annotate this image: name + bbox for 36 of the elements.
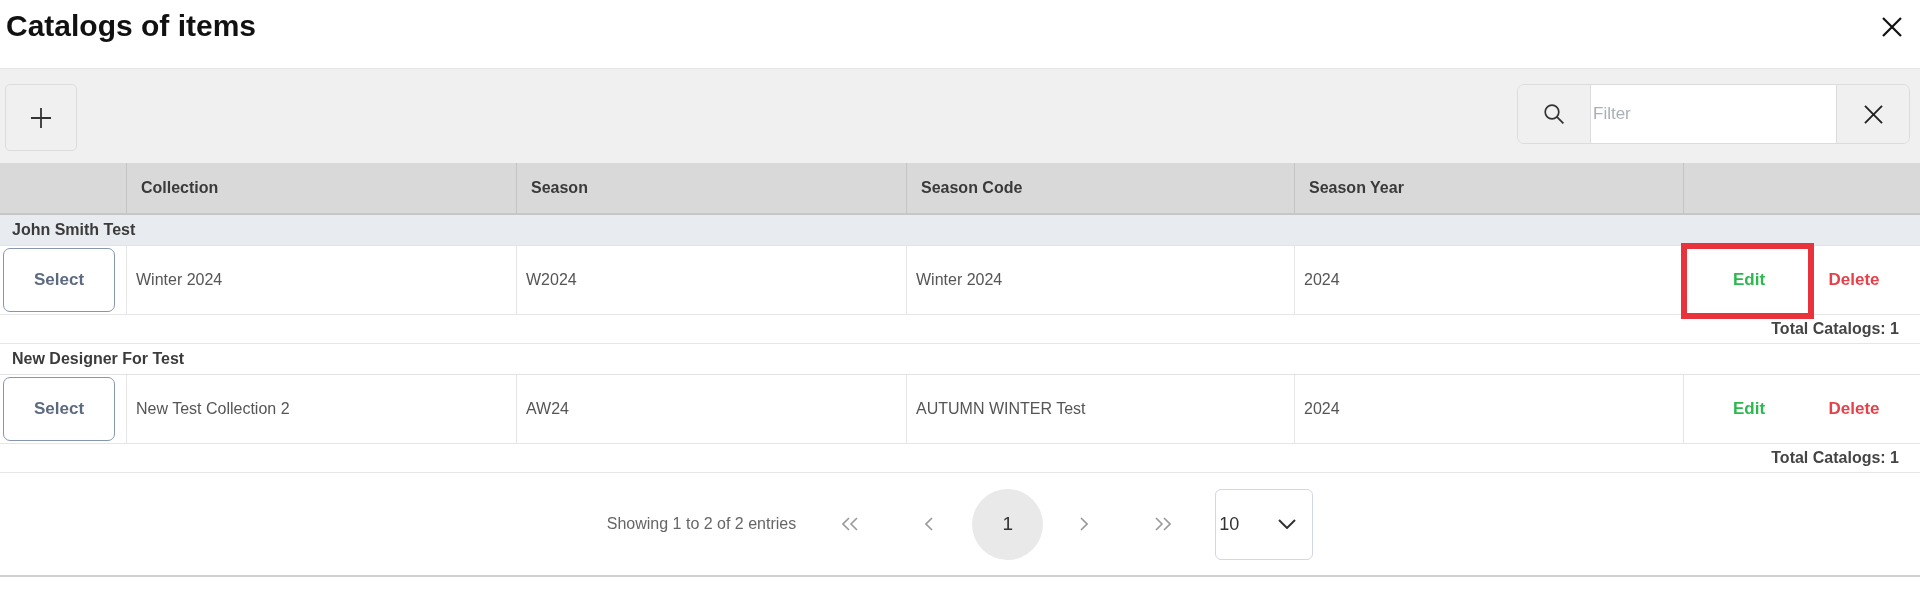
group-header: New Designer For Test xyxy=(0,344,1920,375)
select-button[interactable]: Select xyxy=(3,377,115,441)
column-header: Collection xyxy=(127,163,517,213)
table-cell: AUTUMN WINTER Test xyxy=(907,375,1295,443)
table-cell: 2024 xyxy=(1295,246,1684,314)
close-button[interactable] xyxy=(1882,17,1902,37)
column-header: Season Code xyxy=(907,163,1295,213)
column-header: Season Year xyxy=(1295,163,1684,213)
double-chevron-right-icon xyxy=(1155,517,1172,531)
total-count: Total Catalogs: 1 xyxy=(1771,449,1899,467)
delete-button[interactable]: Delete xyxy=(1804,387,1904,431)
chevron-down-icon xyxy=(1278,519,1297,529)
chevron-right-icon xyxy=(1080,517,1089,531)
group-header: John Smith Test xyxy=(0,215,1920,246)
table-cell: AW24 xyxy=(517,375,907,443)
page-button[interactable]: 1 xyxy=(972,488,1044,560)
add-button[interactable] xyxy=(5,84,77,151)
search-icon xyxy=(1544,104,1564,124)
table-cell: Winter 2024 xyxy=(127,246,517,314)
delete-button[interactable]: Delete xyxy=(1804,258,1904,302)
plus-icon xyxy=(31,107,51,128)
column-header: Season xyxy=(517,163,907,213)
filter-input[interactable]: Filter xyxy=(1590,85,1837,143)
entries-summary: Showing 1 to 2 of 2 entries xyxy=(606,515,797,533)
select-button[interactable]: Select xyxy=(3,248,115,312)
table-cell: W2024 xyxy=(517,246,907,314)
double-chevron-left-icon xyxy=(842,517,859,531)
table-cell: Winter 2024 xyxy=(907,246,1295,314)
total-count: Total Catalogs: 1 xyxy=(1771,320,1899,338)
table-cell: 2024 xyxy=(1295,375,1684,443)
close-icon xyxy=(1863,104,1883,124)
table-cell: New Test Collection 2 xyxy=(127,375,517,443)
page-size-select[interactable]: 10 xyxy=(1215,488,1314,560)
chevron-left-icon xyxy=(925,517,934,531)
dialog-title: Catalogs of items xyxy=(6,8,257,44)
close-icon xyxy=(1882,17,1902,37)
